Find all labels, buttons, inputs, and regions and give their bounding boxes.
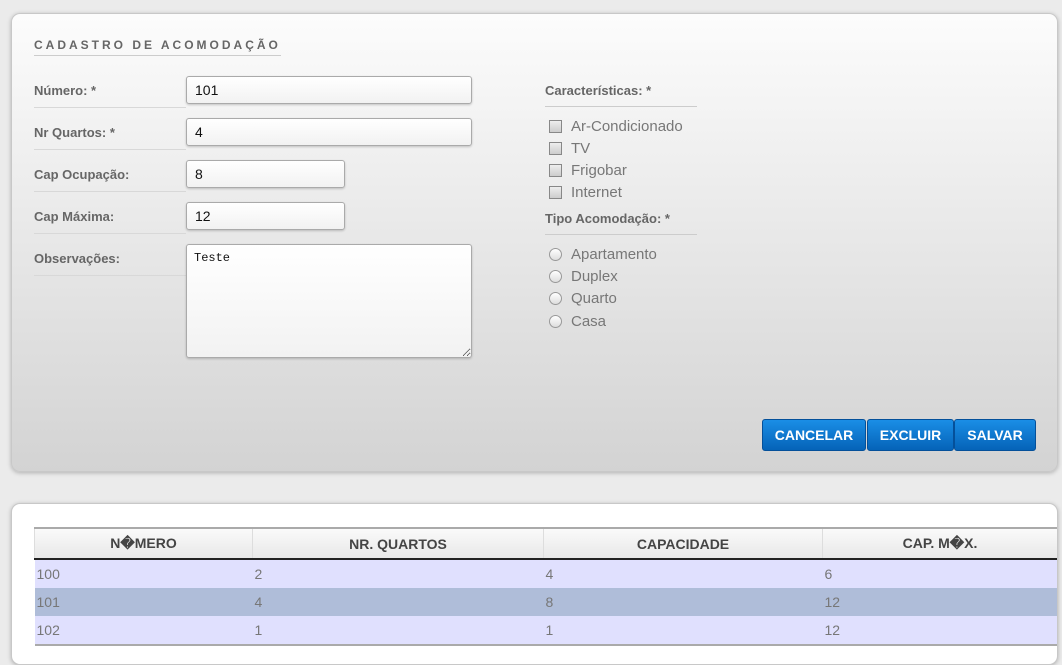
type-label: Casa [571,313,607,330]
feature-label: Frigobar [571,162,627,179]
cell: 1 [252,616,544,646]
cell: 100 [34,559,253,588]
observacoes-textarea[interactable]: Teste [186,244,472,358]
col-numero[interactable]: N�MERO [34,527,253,560]
cell: 2 [252,559,544,588]
radio[interactable] [549,248,562,261]
cell: 1 [543,616,823,646]
cancel-button[interactable]: CANCELAR [762,419,866,451]
col-nr-quartos[interactable]: NR. QUARTOS [252,527,544,560]
type-label: Quarto [571,290,617,307]
cell: 101 [34,588,253,616]
table-row[interactable]: 100 2 4 6 [34,559,1057,588]
type-label: Duplex [571,268,618,285]
cell: 4 [543,559,823,588]
cell: 102 [34,616,253,646]
cap-ocupacao-label: Cap Ocupação: [34,167,186,192]
observacoes-label: Observações: [34,251,186,276]
cap-ocupacao-input[interactable] [186,160,345,188]
feature-tv[interactable]: TV [549,140,590,157]
col-cap-max[interactable]: CAP. M�X. [822,527,1057,560]
tipo-acomodacao-label: Tipo Acomodação: * [545,211,697,235]
numero-input[interactable] [186,76,472,104]
checkbox[interactable] [549,120,562,133]
cell: 12 [822,616,1057,646]
feature-ar-condicionado[interactable]: Ar-Condicionado [549,118,683,135]
delete-button[interactable]: EXCLUIR [867,419,954,451]
feature-internet[interactable]: Internet [549,184,622,201]
caracteristicas-label: Características: * [545,83,697,107]
feature-label: Internet [571,184,622,201]
cell: 6 [822,559,1057,588]
grid-panel: N�MERO NR. QUARTOS CAPACIDADE CAP. M�X. … [11,503,1058,665]
type-label: Apartamento [571,246,657,263]
cap-maxima-input[interactable] [186,202,345,230]
cell: 12 [822,588,1057,616]
table-row-selected[interactable]: 101 4 8 12 [34,588,1057,616]
nr-quartos-label: Nr Quartos: * [34,125,186,150]
table-row[interactable]: 102 1 1 12 [34,616,1057,646]
type-duplex[interactable]: Duplex [549,268,618,285]
form-panel: CADASTRO DE ACOMODAÇÃO Número: * Nr Quar… [11,13,1058,472]
radio[interactable] [549,292,562,305]
feature-label: TV [571,140,591,157]
feature-frigobar[interactable]: Frigobar [549,162,627,179]
numero-label: Número: * [34,83,186,108]
radio[interactable] [549,315,562,328]
cell: 8 [543,588,823,616]
cell: 4 [252,588,544,616]
radio[interactable] [549,270,562,283]
col-capacidade[interactable]: CAPACIDADE [543,527,823,560]
type-apartamento[interactable]: Apartamento [549,246,657,263]
form-title: CADASTRO DE ACOMODAÇÃO [34,38,281,56]
nr-quartos-input[interactable] [186,118,472,146]
table-header: N�MERO NR. QUARTOS CAPACIDADE CAP. M�X. [34,527,1057,560]
checkbox[interactable] [549,164,562,177]
save-button[interactable]: SALVAR [954,419,1036,451]
type-quarto[interactable]: Quarto [549,290,617,307]
checkbox[interactable] [549,142,562,155]
checkbox[interactable] [549,186,562,199]
type-casa[interactable]: Casa [549,313,606,330]
cap-maxima-label: Cap Máxima: [34,209,186,234]
feature-label: Ar-Condicionado [571,118,683,135]
accommodation-table: N�MERO NR. QUARTOS CAPACIDADE CAP. M�X. … [34,527,1057,646]
